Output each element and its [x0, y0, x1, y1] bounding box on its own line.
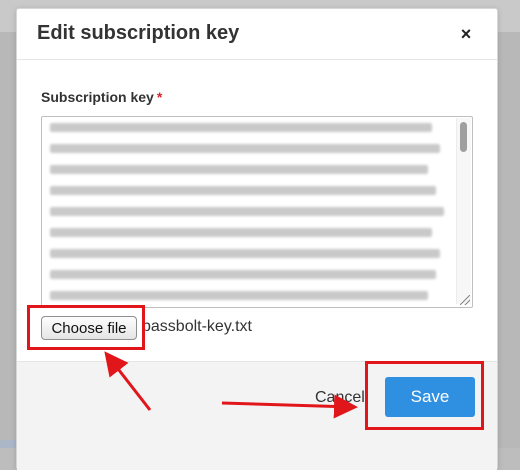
subscription-key-label: Subscription key *: [41, 89, 162, 105]
redacted-line: [50, 270, 437, 279]
redacted-line: [50, 228, 433, 237]
cancel-button[interactable]: Cancel: [315, 389, 365, 407]
resize-grip-icon[interactable]: [460, 295, 470, 305]
redacted-line: [50, 123, 433, 132]
annotation-box-choose-file: [27, 305, 145, 350]
subscription-key-textarea[interactable]: [41, 116, 473, 308]
redacted-line: [50, 165, 429, 174]
redacted-key-text: [50, 123, 448, 307]
scrollbar-thumb[interactable]: [460, 122, 467, 152]
close-icon[interactable]: ×: [453, 21, 479, 47]
redacted-line: [50, 207, 445, 216]
background-left-panel: [0, 32, 16, 448]
selected-file-name: passbolt-key.txt: [142, 318, 252, 335]
dialog-header: Edit subscription key ×: [17, 9, 497, 60]
dialog-title: Edit subscription key: [37, 22, 240, 44]
required-marker: *: [156, 89, 163, 105]
redacted-line: [50, 249, 441, 258]
redacted-line: [50, 291, 429, 300]
subscription-key-label-text: Subscription key: [41, 89, 154, 105]
annotation-box-save: [365, 361, 484, 430]
redacted-line: [50, 144, 441, 153]
textarea-scrollbar[interactable]: [456, 118, 471, 304]
redacted-line: [50, 186, 437, 195]
background-right-panel: [498, 32, 520, 448]
